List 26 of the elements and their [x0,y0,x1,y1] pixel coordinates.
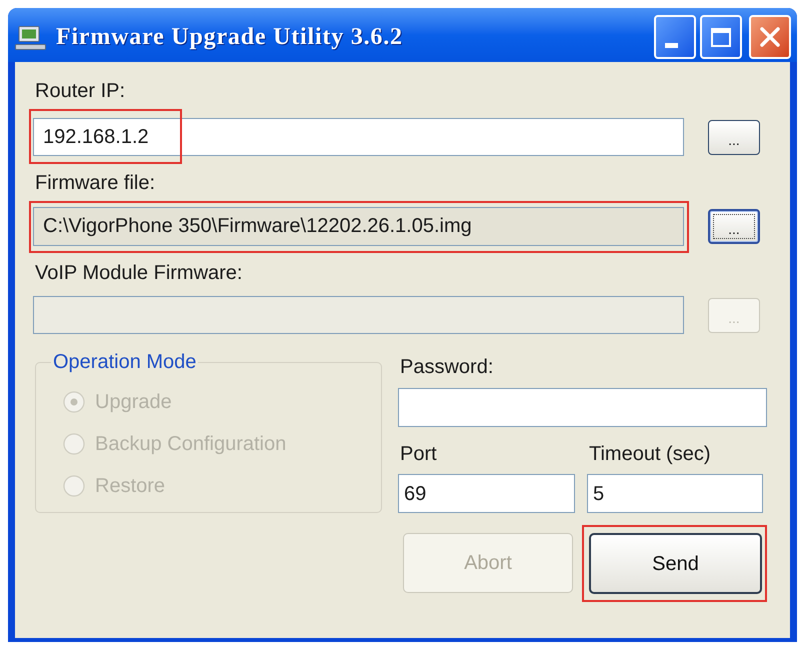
field-label: Port [400,443,437,466]
radio-label: Backup Configuration [95,432,286,456]
ip-address-field[interactable]: 192.168.1.2 [33,118,684,156]
password-field[interactable] [398,388,767,427]
field-label: Timeout (sec) [589,443,711,466]
maximize-button[interactable] [700,15,742,59]
radio-label: Restore [95,474,166,498]
field-label: Firmware file: [35,172,156,195]
timeout-field[interactable]: 5 [587,474,763,513]
firmware-file-field[interactable]: C:\VigorPhone 350\Firmware\12202.26.1.05.img [33,207,684,246]
computer-icon [15,26,46,50]
maximize-icon [711,28,731,46]
radio-label: Upgrade [95,390,172,414]
field-label: VoIP Module Firmware: [35,262,242,285]
window-title: Firmware Upgrade Utility 3.6.2 [56,23,403,51]
browse-button[interactable]: ... [708,120,760,154]
field-label: Password: [400,356,494,379]
minimize-icon [665,43,678,48]
browse-button[interactable]: ... [708,209,760,244]
group-title: Operation Mode [52,351,198,373]
minimize-button[interactable] [654,15,696,59]
field-label: Router IP: [35,80,126,103]
close-icon [760,27,780,47]
close-button[interactable] [749,15,791,59]
send-button[interactable]: Send [589,533,762,594]
port-field[interactable]: 69 [398,474,575,513]
